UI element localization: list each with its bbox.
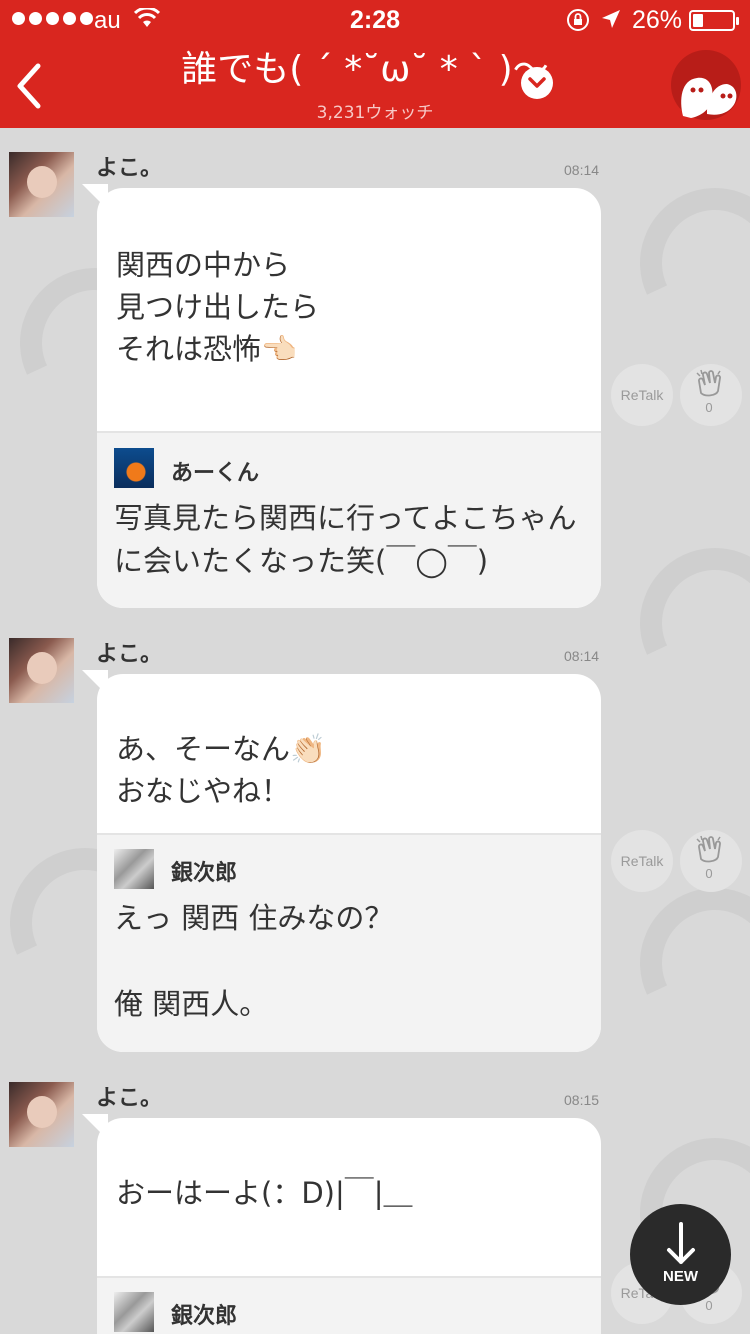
message-username[interactable]: よこ。 bbox=[96, 150, 162, 182]
clap-count: 0 bbox=[705, 866, 713, 881]
quote-username: 銀次郎 bbox=[171, 1304, 238, 1329]
avatar[interactable] bbox=[9, 1082, 74, 1147]
message-item: よこ。 08:14 関西の中から 見つけ出したら それは恐怖👈🏻 あーくん 写真… bbox=[0, 128, 750, 614]
quoted-reply[interactable]: 銀次郎 bbox=[97, 1276, 601, 1334]
retalk-button[interactable]: ReTalk bbox=[611, 830, 673, 892]
dropdown-button[interactable] bbox=[521, 67, 553, 99]
message-text: あ、そーなん👏🏻 おなじやね！ bbox=[116, 732, 327, 808]
quoted-reply[interactable]: あーくん 写真見たら関西に行ってよこちゃんに会いたくなった笑(￣◯￣) bbox=[97, 431, 601, 608]
avatar[interactable] bbox=[9, 152, 74, 217]
battery-percent: 26% bbox=[632, 6, 683, 34]
clap-button[interactable]: 0 bbox=[680, 830, 742, 892]
message-time: 08:14 bbox=[564, 162, 600, 178]
message-bubble[interactable]: おーはーよ(：D)|￣|＿ 銀次郎 bbox=[97, 1118, 601, 1334]
clap-icon bbox=[696, 835, 721, 863]
nav-bar: 誰でも( ´ *˘ω˘ * ` )～ 3,231ウォッチ bbox=[0, 40, 750, 128]
message-bubble[interactable]: 関西の中から 見つけ出したら それは恐怖👈🏻 あーくん 写真見たら関西に行ってよ… bbox=[97, 188, 601, 608]
message-item: よこ。 08:14 あ、そーなん👏🏻 おなじやね！ 銀次郎 えっ 関西 住みなの… bbox=[0, 614, 750, 1058]
battery-icon bbox=[689, 10, 739, 31]
new-messages-button[interactable]: NEW bbox=[630, 1204, 731, 1305]
quote-username: 銀次郎 bbox=[171, 861, 238, 886]
arrow-down-icon bbox=[667, 1222, 695, 1264]
message-item: よこ。 08:15 おーはーよ(：D)|￣|＿ 銀次郎 ReTalk 0 bbox=[0, 1058, 750, 1334]
clap-count: 0 bbox=[705, 400, 713, 415]
quote-text: 写真見たら関西に行ってよこちゃんに会いたくなった笑(￣◯￣) bbox=[114, 501, 577, 578]
quote-avatar bbox=[114, 1292, 154, 1332]
mascot-button[interactable] bbox=[671, 50, 741, 120]
chevron-down-icon bbox=[528, 77, 546, 88]
retalk-button[interactable]: ReTalk bbox=[611, 364, 673, 426]
quote-avatar bbox=[114, 448, 154, 488]
quote-avatar bbox=[114, 849, 154, 889]
message-username[interactable]: よこ。 bbox=[96, 636, 162, 668]
mascot-icon bbox=[681, 77, 737, 118]
clap-button[interactable]: 0 bbox=[680, 364, 742, 426]
status-bar: au 2:28 26% bbox=[0, 0, 750, 40]
message-text: おーはーよ(：D)|￣|＿ bbox=[116, 1176, 413, 1210]
message-username[interactable]: よこ。 bbox=[96, 1080, 162, 1112]
quote-username: あーくん bbox=[171, 461, 260, 486]
clap-icon bbox=[696, 369, 721, 397]
message-time: 08:15 bbox=[564, 1092, 600, 1108]
message-bubble[interactable]: あ、そーなん👏🏻 おなじやね！ 銀次郎 えっ 関西 住みなの？ 俺 関西人。 bbox=[97, 674, 601, 1052]
rotation-lock-icon bbox=[567, 9, 589, 31]
watch-count: 3,231ウォッチ bbox=[316, 103, 434, 123]
message-time: 08:14 bbox=[564, 648, 600, 664]
page-title[interactable]: 誰でも( ´ *˘ω˘ * ` )～ bbox=[0, 46, 750, 94]
quoted-reply[interactable]: 銀次郎 えっ 関西 住みなの？ 俺 関西人。 bbox=[97, 833, 601, 1052]
new-label: NEW bbox=[663, 1268, 698, 1285]
location-arrow-icon bbox=[602, 10, 620, 28]
chat-area[interactable]: よこ。 08:14 関西の中から 見つけ出したら それは恐怖👈🏻 あーくん 写真… bbox=[0, 128, 750, 1334]
avatar[interactable] bbox=[9, 638, 74, 703]
message-text: 関西の中から 見つけ出したら それは恐怖👈🏻 bbox=[116, 248, 320, 366]
quote-text: えっ 関西 住みなの？ 俺 関西人。 bbox=[114, 901, 394, 1021]
